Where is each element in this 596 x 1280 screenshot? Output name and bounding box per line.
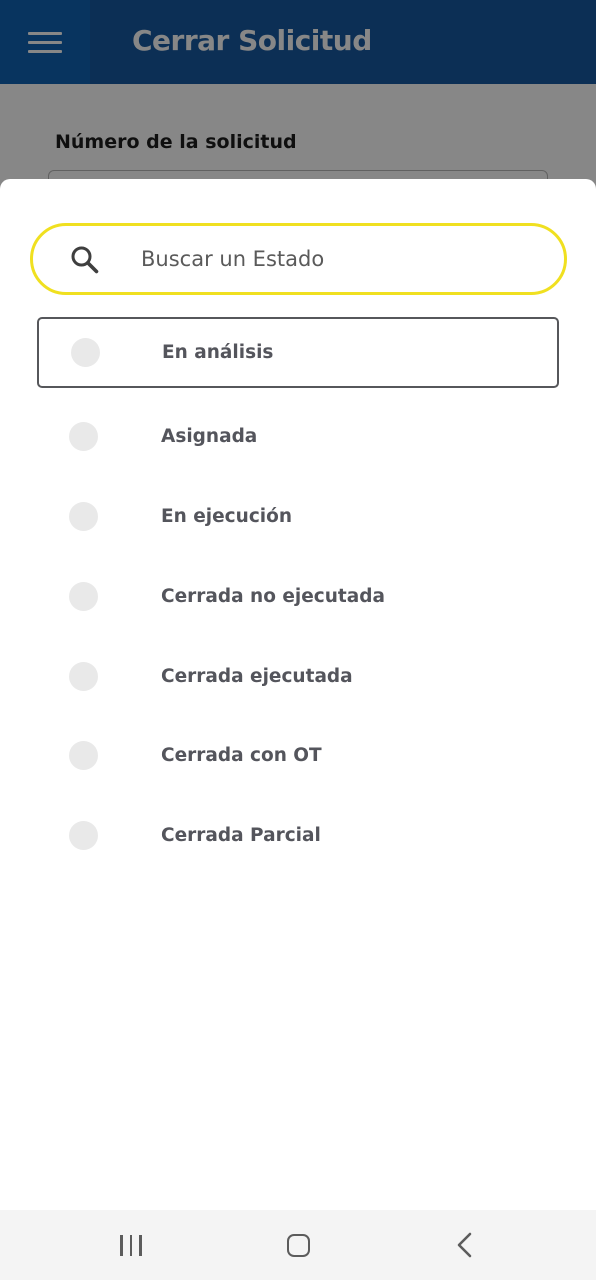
radio-button[interactable] [69,662,98,691]
radio-button[interactable] [69,821,98,850]
status-option-cerrada-parcial[interactable]: Cerrada Parcial [37,800,559,871]
status-option-asignada[interactable]: Asignada [37,401,559,472]
status-option-en-ejecucion[interactable]: En ejecución [37,481,559,552]
status-option-cerrada-no-ejecutada[interactable]: Cerrada no ejecutada [37,561,559,632]
radio-button[interactable] [69,582,98,611]
status-option-label: Asignada [161,426,258,447]
status-option-label: Cerrada con OT [161,745,322,766]
status-option-label: Cerrada no ejecutada [161,586,385,607]
back-icon [457,1232,472,1258]
status-option-cerrada-con-ot[interactable]: Cerrada con OT [37,720,559,791]
status-option-label: En ejecución [161,506,293,527]
home-button[interactable] [258,1210,338,1280]
radio-button[interactable] [69,741,98,770]
status-option-cerrada-ejecutada[interactable]: Cerrada ejecutada [37,641,559,712]
status-option-en-analisis[interactable]: En análisis [37,317,559,388]
status-option-label: Cerrada ejecutada [161,666,353,687]
radio-button[interactable] [69,502,98,531]
back-button[interactable] [425,1210,505,1280]
search-icon [71,246,99,274]
system-nav-bar [0,1210,596,1280]
status-search-input[interactable] [141,240,541,278]
recents-button[interactable] [91,1210,171,1280]
status-picker-sheet: En análisis Asignada En ejecución Cerrad… [0,179,596,1210]
status-option-label: Cerrada Parcial [161,825,321,846]
radio-button[interactable] [71,338,100,367]
status-search-box[interactable] [30,223,567,295]
home-icon [286,1233,310,1257]
status-option-label: En análisis [162,342,274,363]
recents-icon [120,1234,142,1256]
radio-button[interactable] [69,422,98,451]
